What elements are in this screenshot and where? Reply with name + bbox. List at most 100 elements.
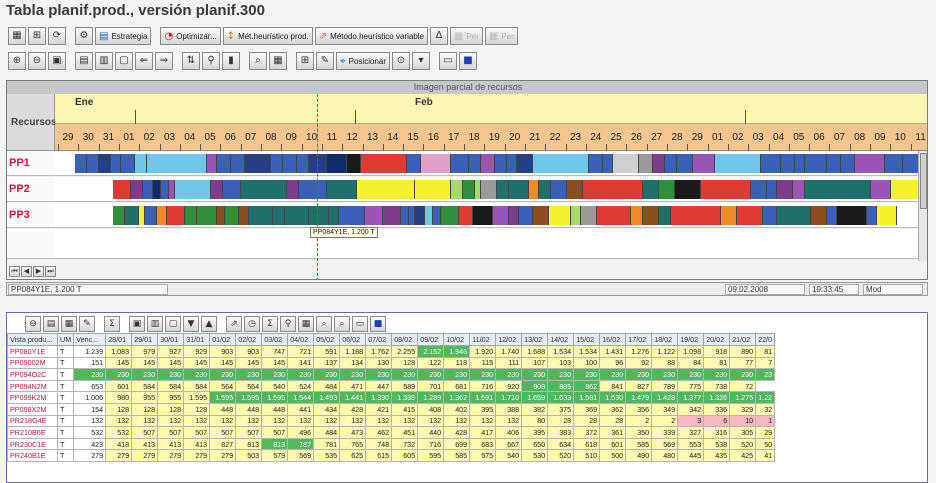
value-cell[interactable]: 507: [131, 426, 159, 439]
column-header[interactable]: 31/01: [183, 333, 211, 346]
order-block[interactable]: [811, 206, 827, 225]
value-cell[interactable]: 230: [651, 368, 679, 381]
value-cell[interactable]: 406: [495, 426, 523, 439]
order-block[interactable]: [533, 154, 589, 173]
order-block[interactable]: [675, 180, 701, 199]
value-cell[interactable]: 605: [391, 449, 419, 462]
column-header[interactable]: 18/02: [651, 333, 679, 346]
value-cell[interactable]: 540: [261, 379, 289, 393]
value-cell[interactable]: 107: [521, 356, 549, 370]
value-cell[interactable]: 415: [391, 402, 419, 416]
order-block[interactable]: [285, 206, 309, 225]
value-cell[interactable]: 1.595: [235, 391, 263, 404]
value-cell[interactable]: 115: [469, 356, 497, 370]
value-cell[interactable]: 929: [183, 345, 211, 358]
value-cell[interactable]: 885: [547, 379, 575, 393]
value-cell[interactable]: 473: [339, 426, 367, 439]
value-cell[interactable]: 440: [417, 426, 445, 439]
order-block[interactable]: [241, 180, 287, 199]
order-block[interactable]: [767, 180, 777, 199]
order-block[interactable]: [763, 206, 777, 225]
order-block[interactable]: [75, 154, 87, 173]
order-block[interactable]: [161, 180, 169, 199]
value-cell[interactable]: 484: [313, 426, 341, 439]
order-block[interactable]: [111, 154, 121, 173]
value-cell[interactable]: 540: [495, 449, 523, 462]
order-block[interactable]: [643, 180, 659, 199]
value-cell[interactable]: 230: [313, 368, 341, 381]
order-block[interactable]: [357, 180, 415, 199]
value-cell[interactable]: 230: [495, 368, 523, 381]
value-cell[interactable]: 451: [391, 426, 419, 439]
value-cell[interactable]: 1.659: [521, 391, 549, 404]
column-header[interactable]: 16/02: [599, 333, 627, 346]
select-icon[interactable]: ▤: [75, 52, 93, 70]
value-cell[interactable]: 230: [677, 368, 705, 381]
value-cell[interactable]: 890: [729, 345, 757, 358]
value-cell[interactable]: 279: [131, 449, 159, 462]
value-cell[interactable]: 132: [209, 414, 237, 428]
value-cell[interactable]: 383: [547, 426, 575, 439]
value-cell[interactable]: 6: [703, 414, 731, 428]
filter-icon[interactable]: ⚲: [202, 52, 220, 70]
value-cell[interactable]: 1.530: [599, 391, 627, 404]
unit-cell[interactable]: T: [56, 391, 75, 404]
graph-icon[interactable]: ⇗: [226, 316, 242, 332]
value-cell[interactable]: 132: [73, 414, 107, 428]
order-block[interactable]: [671, 206, 721, 225]
value-cell[interactable]: 1.534: [573, 345, 601, 358]
value-cell[interactable]: 372: [573, 426, 601, 439]
value-cell[interactable]: 1.534: [547, 345, 575, 358]
order-block[interactable]: [451, 180, 463, 199]
value-cell[interactable]: 1.377: [677, 391, 705, 404]
order-block[interactable]: [175, 180, 211, 199]
order-block[interactable]: [493, 206, 509, 225]
order-block[interactable]: [225, 206, 239, 225]
order-block[interactable]: [223, 180, 241, 199]
value-cell[interactable]: 1.275: [729, 391, 757, 404]
value-cell[interactable]: 132: [469, 414, 497, 428]
value-cell[interactable]: 132: [157, 414, 185, 428]
value-cell[interactable]: 327: [677, 426, 705, 439]
order-block[interactable]: [827, 206, 837, 225]
value-cell[interactable]: 230: [417, 368, 445, 381]
value-cell[interactable]: 151: [73, 356, 107, 370]
value-cell[interactable]: 408: [417, 402, 445, 416]
value-cell[interactable]: 435: [703, 449, 731, 462]
order-block[interactable]: [415, 180, 451, 199]
value-cell[interactable]: 1.239: [73, 345, 107, 358]
value-cell[interactable]: 395: [521, 426, 549, 439]
value-cell[interactable]: 447: [365, 379, 393, 393]
value-cell[interactable]: 1.581: [573, 391, 601, 404]
value-cell[interactable]: 908: [521, 379, 549, 393]
value-cell[interactable]: 23: [755, 368, 776, 381]
order-block[interactable]: [231, 154, 245, 173]
refresh-icon[interactable]: ⟳: [48, 27, 66, 45]
value-cell[interactable]: 128: [391, 356, 419, 370]
column-header[interactable]: 29/01: [131, 333, 159, 346]
layout-table-icon[interactable]: ▦: [298, 316, 314, 332]
order-block[interactable]: [153, 180, 161, 199]
deselect-icon[interactable]: ▥: [95, 52, 113, 70]
value-cell[interactable]: 1.431: [599, 345, 627, 358]
value-cell[interactable]: 81: [755, 345, 776, 358]
value-cell[interactable]: 2: [651, 414, 679, 428]
order-block[interactable]: [309, 154, 327, 173]
order-block[interactable]: [287, 180, 299, 199]
order-block[interactable]: [415, 206, 425, 225]
value-cell[interactable]: 615: [365, 449, 393, 462]
value-cell[interactable]: 132: [313, 414, 341, 428]
column-header[interactable]: 28/01: [105, 333, 133, 346]
order-block[interactable]: [273, 206, 285, 225]
print-icon[interactable]: ▣: [129, 316, 145, 332]
value-cell[interactable]: 413: [183, 437, 211, 451]
value-cell[interactable]: 699: [443, 437, 471, 451]
order-block[interactable]: [497, 180, 509, 199]
value-cell[interactable]: 132: [183, 414, 211, 428]
value-cell[interactable]: 230: [573, 368, 601, 381]
order-block[interactable]: [827, 154, 841, 173]
frame-icon[interactable]: ▢: [115, 52, 133, 70]
table-row[interactable]: PR210B6E T 532 532 507 507 507 507 507 507 496 484 4…: [7, 426, 776, 439]
column-header[interactable]: 01/02: [209, 333, 237, 346]
hierarchy-icon[interactable]: ⊞: [28, 27, 46, 45]
